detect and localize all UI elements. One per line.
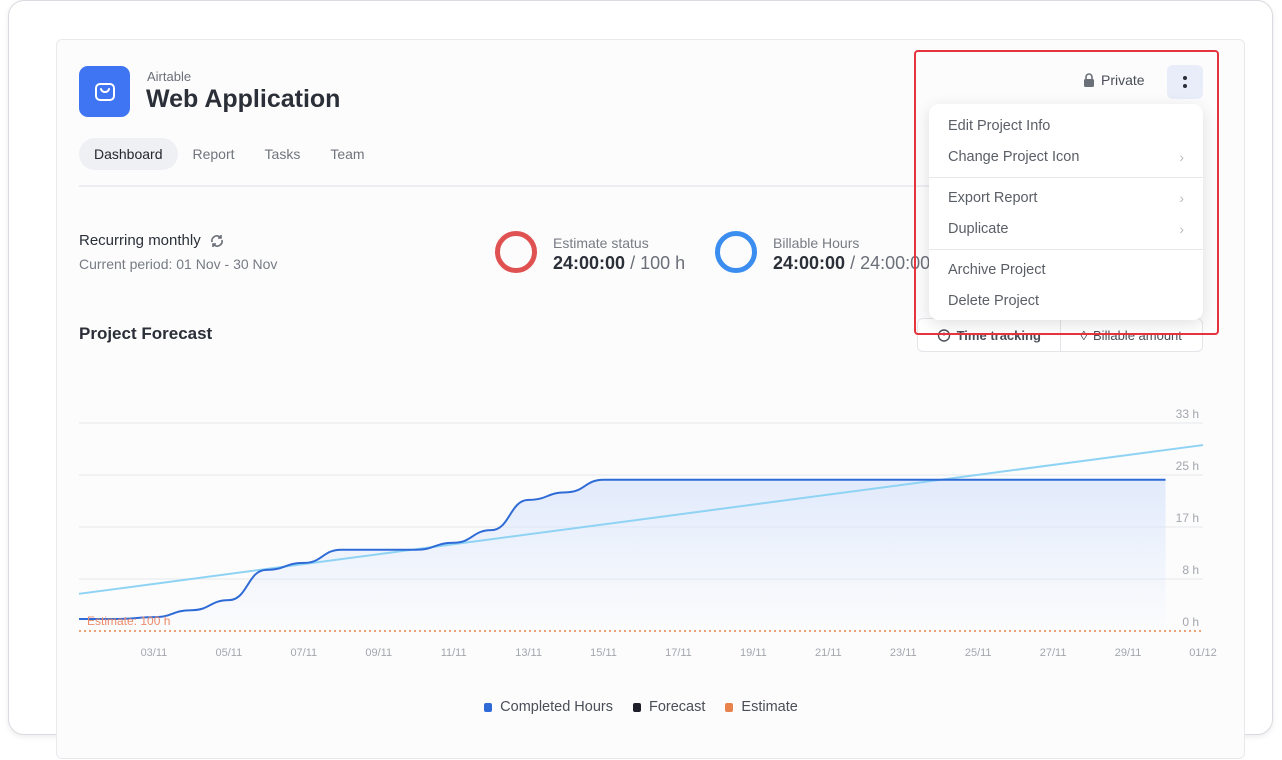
menu-item-archive-project[interactable]: Archive Project <box>929 254 1203 286</box>
menu-item-edit-project-info[interactable]: Edit Project Info <box>929 110 1203 142</box>
menu-item-duplicate[interactable]: Duplicate › <box>929 214 1203 246</box>
privacy-label: Private <box>1101 72 1145 88</box>
x-tick-label: 29/11 <box>1115 647 1142 659</box>
y-tick-label: 8 h <box>1182 563 1199 577</box>
x-tick-label: 05/11 <box>216 647 243 659</box>
legend-label: Forecast <box>648 699 706 715</box>
x-tick-label: 15/11 <box>590 647 617 659</box>
menu-item-delete-project[interactable]: Delete Project <box>929 286 1203 318</box>
lock-icon <box>1084 73 1094 87</box>
legend-estimate[interactable]: Estimate <box>725 699 798 715</box>
x-tick-label: 07/11 <box>290 647 317 659</box>
y-tick-label: 17 h <box>1176 511 1199 525</box>
legend-swatch <box>484 702 493 712</box>
more-options-button[interactable] <box>1167 65 1203 99</box>
x-tick-label: 09/11 <box>365 647 392 659</box>
menu-divider <box>929 177 1203 178</box>
x-tick-label: 25/11 <box>965 647 992 659</box>
chevron-right-icon: › <box>1179 221 1184 238</box>
legend-completed-hours[interactable]: Completed Hours <box>484 699 613 715</box>
y-tick-label: 0 h <box>1182 615 1199 629</box>
menu-divider <box>929 249 1203 250</box>
y-tick-label: 33 h <box>1176 407 1199 421</box>
completed-hours-area <box>79 479 1166 631</box>
legend-forecast[interactable]: Forecast <box>632 699 706 715</box>
project-options-menu: Edit Project Info Change Project Icon › E… <box>929 104 1203 320</box>
x-tick-label: 01/12 <box>1189 647 1217 659</box>
x-tick-label: 03/11 <box>141 647 168 659</box>
legend-label: Completed Hours <box>500 699 613 715</box>
chevron-right-icon: › <box>1179 189 1184 206</box>
legend-swatch <box>725 702 734 712</box>
chart-legend: Completed Hours Forecast Estimate <box>0 699 1282 715</box>
more-vertical-icon <box>1183 76 1187 80</box>
x-tick-label: 17/11 <box>665 647 692 659</box>
menu-item-export-report[interactable]: Export Report › <box>929 182 1203 214</box>
y-tick-label: 25 h <box>1176 459 1199 473</box>
x-tick-label: 13/11 <box>515 647 542 659</box>
legend-label: Estimate <box>741 699 798 715</box>
x-tick-label: 27/11 <box>1040 647 1067 659</box>
chevron-right-icon: › <box>1179 149 1184 166</box>
x-tick-label: 21/11 <box>815 647 842 659</box>
x-tick-label: 23/11 <box>890 647 917 659</box>
estimate-label: Estimate: 100 h <box>87 614 170 628</box>
x-tick-label: 19/11 <box>740 647 767 659</box>
menu-item-change-project-icon[interactable]: Change Project Icon › <box>929 142 1203 174</box>
x-tick-label: 11/11 <box>441 647 467 659</box>
legend-swatch <box>632 702 641 712</box>
privacy-status[interactable]: Private <box>1083 72 1145 88</box>
